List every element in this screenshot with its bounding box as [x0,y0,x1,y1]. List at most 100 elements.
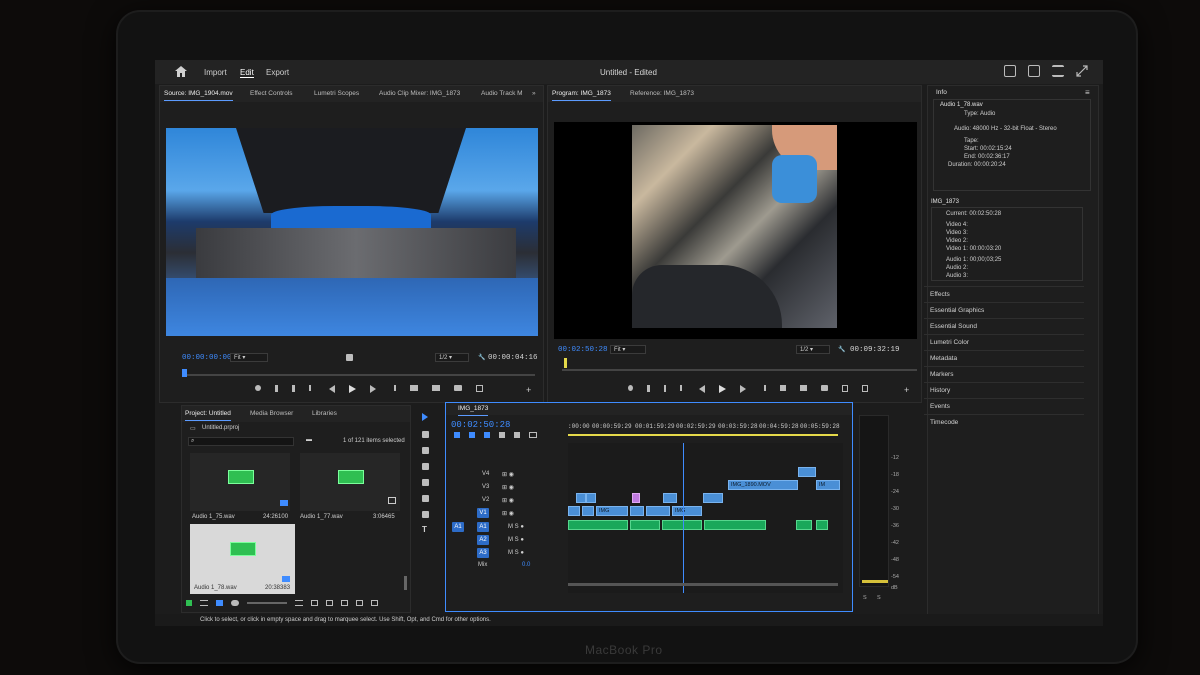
mute-solo-icons[interactable]: M S ● [508,537,524,543]
audio-clip[interactable] [630,520,660,530]
clip-thumbnail[interactable] [190,453,290,511]
audio-clip[interactable] [662,520,702,530]
video-clip[interactable]: IM [816,480,840,490]
track-label-v2[interactable]: V2 [482,497,489,503]
program-step-forward-icon[interactable] [740,385,747,393]
program-marker-icon[interactable] [628,385,633,391]
find-icon[interactable] [326,600,333,606]
project-scrollbar[interactable] [404,576,407,590]
panel-essential-graphics[interactable]: Essential Graphics [924,302,1084,318]
timeline-tracks-area[interactable]: IMG_1890.MOV IM IMG IMG [568,443,843,593]
tab-program[interactable]: Program: IMG_1873 [552,90,611,101]
nest-icon[interactable] [454,432,460,438]
mark-out-icon[interactable] [292,385,295,392]
audio-clip[interactable] [796,520,812,530]
timeline-timecode[interactable]: 00:02:50:28 [451,420,510,430]
icon-view-icon[interactable] [216,600,223,606]
fullscreen-icon[interactable] [1076,65,1088,77]
tab-sequence[interactable]: IMG_1873 [458,405,489,416]
video-clip[interactable] [582,506,594,516]
program-step-back-icon[interactable] [699,385,706,393]
new-bin-icon[interactable]: ▬ [306,437,312,443]
video-clip[interactable] [586,493,596,503]
program-current-timecode[interactable]: 00:02:50:28 [558,346,608,354]
home-icon[interactable] [175,66,187,77]
quick-export-icon[interactable] [1004,65,1016,77]
add-marker-icon[interactable] [499,432,505,438]
snap-icon[interactable] [469,432,475,438]
panel-metadata[interactable]: Metadata [924,350,1084,366]
program-playhead[interactable] [564,358,567,368]
source-settings-icon[interactable] [346,354,353,361]
trash-icon[interactable] [371,600,378,606]
track-label-v3[interactable]: V3 [482,484,489,490]
playhead-line[interactable] [683,443,684,593]
program-mark-out-icon[interactable] [663,385,666,392]
tab-source[interactable]: Source: IMG_1904.mov [164,90,233,101]
source-wrench-icon[interactable]: 🔧 [478,354,485,361]
source-patch-a1[interactable]: A1 [452,522,464,532]
tab-lumetri-scopes[interactable]: Lumetri Scopes [314,90,359,97]
nav-export[interactable]: Export [266,68,289,77]
video-clip[interactable] [632,493,640,503]
marker-icon[interactable] [255,385,261,391]
tab-project[interactable]: Project: Untitled [185,410,231,421]
source-scrub-bar[interactable] [185,374,535,376]
new-item-icon[interactable] [356,600,363,606]
track-target-a1[interactable]: A1 [477,522,489,532]
video-clip[interactable]: IMG_1890.MOV [728,480,798,490]
solo-button[interactable]: S [877,595,881,601]
program-go-to-out-icon[interactable] [760,385,766,391]
info-panel-menu-icon[interactable]: ≡ [1085,88,1090,97]
source-playhead[interactable] [182,369,187,377]
program-go-to-in-icon[interactable] [680,385,685,391]
program-button-editor-icon[interactable] [861,385,869,392]
video-clip[interactable] [568,506,580,516]
tab-reference[interactable]: Reference: IMG_1873 [630,90,694,97]
program-add-button-icon[interactable]: + [904,385,909,395]
captions-icon[interactable] [529,432,537,438]
panel-history[interactable]: History [924,382,1084,398]
panel-essential-sound[interactable]: Essential Sound [924,318,1084,334]
ripple-edit-tool-icon[interactable] [422,447,429,454]
tab-libraries[interactable]: Libraries [312,410,337,417]
program-scrub-bar[interactable] [562,369,917,371]
button-editor-icon[interactable] [476,385,483,392]
panel-timecode[interactable]: Timecode [924,414,1084,430]
more-tabs-icon[interactable]: » [532,90,536,97]
slip-tool-icon[interactable] [422,479,429,486]
zoom-slider[interactable] [247,602,287,604]
panel-lumetri-color[interactable]: Lumetri Color [924,334,1084,350]
mute-solo-icons[interactable]: M S ● [508,524,524,530]
lift-icon[interactable] [779,385,787,391]
panel-markers[interactable]: Markers [924,366,1084,382]
play-icon[interactable] [349,385,356,393]
audio-clip[interactable] [568,520,628,530]
list-view-icon[interactable] [200,600,208,606]
clip-thumbnail[interactable] [300,453,400,511]
project-search-input[interactable]: ⌕ [188,437,294,446]
source-resolution-select[interactable]: 1/2 ▾ [435,353,469,362]
type-tool-icon[interactable]: T [422,525,427,534]
work-area-bar[interactable] [568,434,838,436]
video-clip[interactable] [798,467,816,477]
audio-clip[interactable] [816,520,828,530]
timeline-horizontal-scrollbar[interactable] [568,583,838,586]
tab-audio-track-mixer[interactable]: Audio Track M [481,90,523,97]
compare-icon[interactable] [841,385,848,392]
go-to-in-icon[interactable] [309,385,315,391]
video-clip[interactable]: IMG [596,506,628,516]
tab-media-browser[interactable]: Media Browser [250,410,293,417]
workspaces-icon[interactable] [1052,65,1064,77]
program-play-icon[interactable] [719,385,727,393]
solo-button[interactable]: S [863,595,867,601]
pen-tool-icon[interactable] [422,495,429,502]
track-lock-icons[interactable]: ⊞ ◉ [502,484,514,491]
program-wrench-icon[interactable]: 🔧 [838,346,845,353]
nav-import[interactable]: Import [204,68,227,77]
timeline-settings-icon[interactable] [514,432,520,438]
track-target-v1[interactable]: V1 [477,508,489,518]
video-clip[interactable] [576,493,586,503]
program-export-frame-icon[interactable] [821,385,828,391]
program-zoom-select[interactable]: Fit ▾ [610,345,646,354]
